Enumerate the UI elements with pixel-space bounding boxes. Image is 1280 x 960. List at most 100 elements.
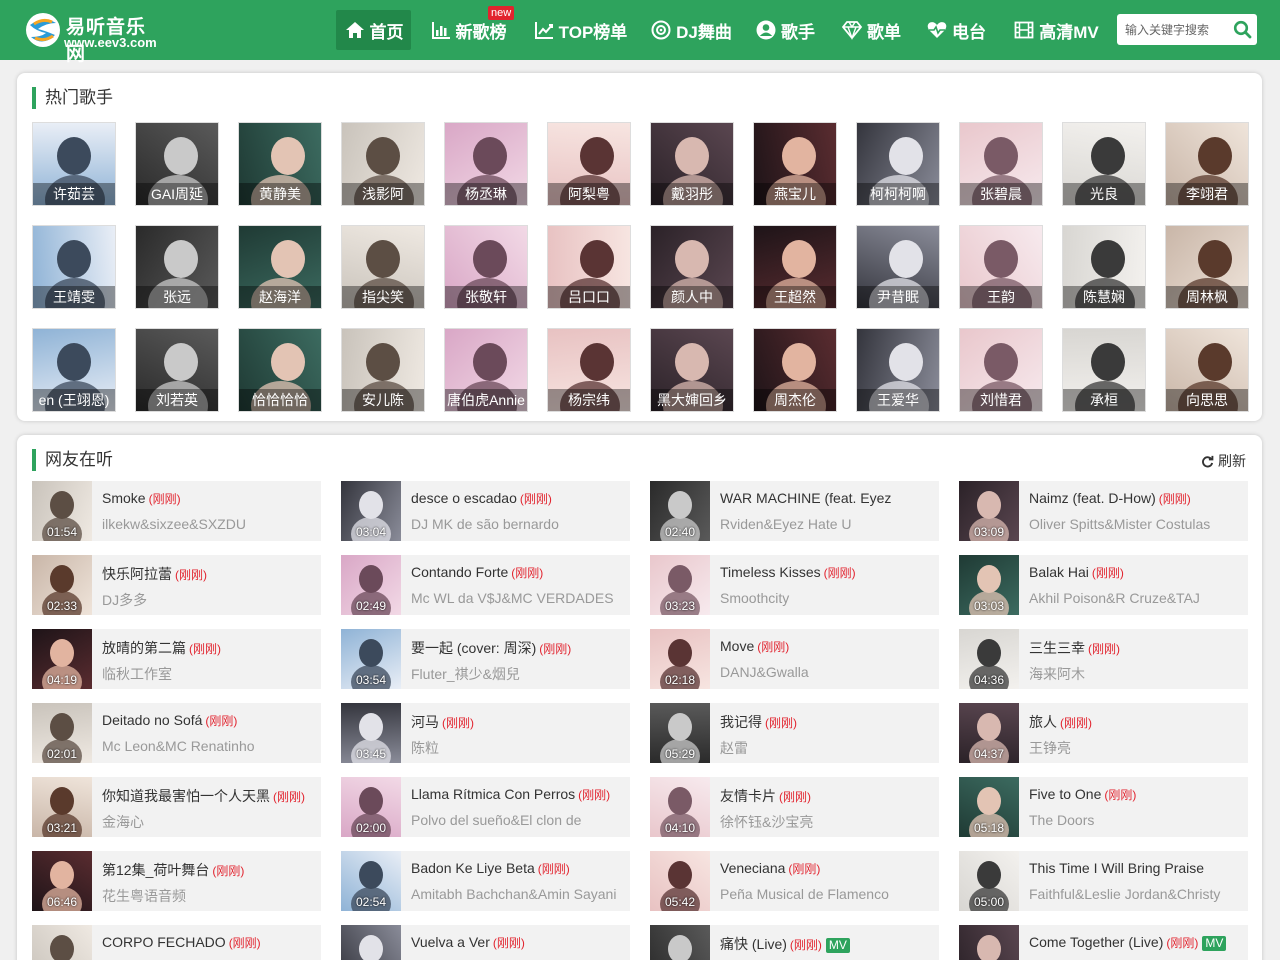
song-title: 三生三幸	[1029, 640, 1085, 656]
artist-card[interactable]: 燕宝儿	[753, 122, 837, 206]
artist-card[interactable]: 颜人中	[650, 225, 734, 309]
song-item[interactable]: 03:54 要一起 (cover: 周深) (刚刚) Fluter_祺少&烟兒	[341, 629, 630, 689]
song-item[interactable]: 06:46 第12集_荷叶舞台 (刚刚) 花生粤语音频	[32, 851, 321, 911]
artist-card[interactable]: 张碧晨	[959, 122, 1043, 206]
song-item[interactable]: Come Together (Live) (刚刚) MV	[959, 925, 1248, 960]
song-item[interactable]: 05:00 This Time I Will Bring Praise Faithf…	[959, 851, 1248, 911]
artist-card[interactable]: 刘惜君	[959, 328, 1043, 412]
song-item[interactable]: 01:54 Smoke (刚刚) ilkekw&sixzee&SXZDU	[32, 481, 321, 541]
song-title-line: Come Together (Live) (刚刚) MV	[1029, 934, 1244, 951]
nav-dj[interactable]: DJ舞曲	[646, 10, 736, 50]
artist-card[interactable]: 李翊君	[1165, 122, 1249, 206]
song-cover: 02:49	[341, 555, 401, 615]
artist-card[interactable]: 阿梨粤	[547, 122, 631, 206]
site-logo[interactable]: 易听音乐网 www.eev3.com	[24, 9, 164, 65]
artist-card[interactable]: 张远	[135, 225, 219, 309]
mv-badge[interactable]: MV	[825, 938, 850, 953]
nav-label: 高清MV	[1039, 22, 1099, 42]
artist-card[interactable]: 吕口口	[547, 225, 631, 309]
nav-artists[interactable]: 歌手	[749, 10, 821, 50]
song-item[interactable]: 02:01 Deitado no Sofá (刚刚) Mc Leon&MC Renat…	[32, 703, 321, 763]
song-item[interactable]: 痛快 (Live) (刚刚) MV	[650, 925, 939, 960]
artist-card[interactable]: 黄静美	[238, 122, 322, 206]
just-now-tag: (刚刚)	[539, 642, 572, 656]
artist-card[interactable]: 王超然	[753, 225, 837, 309]
song-duration: 03:03	[973, 599, 1005, 613]
artist-card[interactable]: 刘若英	[135, 328, 219, 412]
artist-card[interactable]: 陈慧娴	[1062, 225, 1146, 309]
search-icon[interactable]	[1233, 20, 1252, 39]
song-item[interactable]: CORPO FECHADO (刚刚)	[32, 925, 321, 960]
artist-card[interactable]: 王爱华	[856, 328, 940, 412]
song-title-line: 第12集_荷叶舞台 (刚刚)	[102, 860, 317, 880]
song-item[interactable]: 04:10 友情卡片 (刚刚) 徐怀钰&沙宝亮	[650, 777, 939, 837]
artist-card[interactable]: 浅影阿	[341, 122, 425, 206]
artist-card[interactable]: 唐伯虎Annie	[444, 328, 528, 412]
song-title-line: Five to One (刚刚)	[1029, 786, 1244, 803]
song-cover: 03:09	[959, 481, 1019, 541]
song-item[interactable]: 03:23 Timeless Kisses (刚刚) Smoothcity	[650, 555, 939, 615]
song-item[interactable]: 03:45 河马 (刚刚) 陈粒	[341, 703, 630, 763]
artist-card[interactable]: 安儿陈	[341, 328, 425, 412]
artist-card[interactable]: 指尖笑	[341, 225, 425, 309]
nav-radio[interactable]: 电台	[920, 10, 992, 50]
artist-card[interactable]: 尹昔眠	[856, 225, 940, 309]
nav-playlists[interactable]: 歌单	[834, 10, 908, 50]
song-item[interactable]: 03:21 你知道我最害怕一个人天黑 (刚刚) 金海心	[32, 777, 321, 837]
song-title: Vuelva a Ver	[411, 934, 490, 950]
song-item[interactable]: 05:42 Veneciana (刚刚) Peña Musical de Flamen…	[650, 851, 939, 911]
artist-card[interactable]: 戴羽彤	[650, 122, 734, 206]
artist-card[interactable]: en (王翊恩)	[32, 328, 116, 412]
song-cover	[959, 925, 1019, 960]
artist-name: 张敬轩	[445, 286, 527, 308]
song-item[interactable]: 02:33 快乐阿拉蕾 (刚刚) DJ多多	[32, 555, 321, 615]
refresh-icon	[1202, 455, 1214, 467]
song-duration: 05:18	[973, 821, 1005, 835]
song-item[interactable]: 02:54 Badon Ke Liye Beta (刚刚) Amitabh Bachc…	[341, 851, 630, 911]
artist-name: 戴羽彤	[651, 183, 733, 205]
song-item[interactable]: 05:29 我记得 (刚刚) 赵雷	[650, 703, 939, 763]
artist-card[interactable]: 承桓	[1062, 328, 1146, 412]
search-input[interactable]	[1117, 14, 1229, 45]
song-item[interactable]: 03:03 Balak Hai (刚刚) Akhil Poison&R Cruze&T…	[959, 555, 1248, 615]
artist-card[interactable]: 恰恰恰恰	[238, 328, 322, 412]
mv-badge[interactable]: MV	[1202, 936, 1227, 951]
refresh-button[interactable]: 刷新	[1201, 451, 1246, 471]
artist-card[interactable]: 向思思	[1165, 328, 1249, 412]
song-item[interactable]: 03:04 desce o escadao (刚刚) DJ MK de são ber…	[341, 481, 630, 541]
artist-card[interactable]: 王靖雯	[32, 225, 116, 309]
nav-home[interactable]: 首页	[336, 10, 411, 50]
song-item[interactable]: 02:00 Llama Rítmica Con Perros (刚刚) Polvo d…	[341, 777, 630, 837]
artist-card[interactable]: 张敬轩	[444, 225, 528, 309]
artist-card[interactable]: 柯柯柯啊	[856, 122, 940, 206]
song-item[interactable]: 02:18 Move (刚刚) DANJ&Gwalla	[650, 629, 939, 689]
song-duration: 03:04	[355, 525, 387, 539]
song-cover: 03:04	[341, 481, 401, 541]
song-item[interactable]: 04:36 三生三幸 (刚刚) 海来阿木	[959, 629, 1248, 689]
artist-card[interactable]: GAI周延	[135, 122, 219, 206]
artist-card[interactable]: 周杰伦	[753, 328, 837, 412]
nav-top-charts[interactable]: TOP榜单	[525, 10, 635, 50]
song-item[interactable]: 04:37 旅人 (刚刚) 王铮亮	[959, 703, 1248, 763]
artist-name: 李翊君	[1166, 183, 1248, 205]
song-item[interactable]: 03:09 Naimz (feat. D-How) (刚刚) Oliver Spitt…	[959, 481, 1248, 541]
artist-card[interactable]: 光良	[1062, 122, 1146, 206]
song-item[interactable]: 02:40 WAR MACHINE (feat. Eyez Rviden&Eyez …	[650, 481, 939, 541]
song-item[interactable]: 04:19 放晴的第二篇 (刚刚) 临秋工作室	[32, 629, 321, 689]
song-title-line: 三生三幸 (刚刚)	[1029, 638, 1244, 658]
artist-card[interactable]: 杨宗纬	[547, 328, 631, 412]
artist-card[interactable]: 杨丞琳	[444, 122, 528, 206]
artist-card[interactable]: 王韵	[959, 225, 1043, 309]
artist-card[interactable]: 周林枫	[1165, 225, 1249, 309]
song-artist: 徐怀钰&沙宝亮	[720, 814, 814, 830]
artist-card[interactable]: 赵海洋	[238, 225, 322, 309]
song-title-line: 要一起 (cover: 周深) (刚刚)	[411, 638, 626, 658]
artist-card[interactable]: 许茹芸	[32, 122, 116, 206]
song-duration: 05:00	[973, 895, 1005, 909]
song-cover	[650, 925, 710, 960]
song-item[interactable]: 05:18 Five to One (刚刚) The Doors	[959, 777, 1248, 837]
artist-card[interactable]: 黑大婶回乡	[650, 328, 734, 412]
nav-mv[interactable]: 高清MV	[1006, 10, 1106, 50]
song-item[interactable]: 02:49 Contando Forte (刚刚) Mc WL da V$J&MC V…	[341, 555, 630, 615]
song-item[interactable]: Vuelva a Ver (刚刚)	[341, 925, 630, 960]
